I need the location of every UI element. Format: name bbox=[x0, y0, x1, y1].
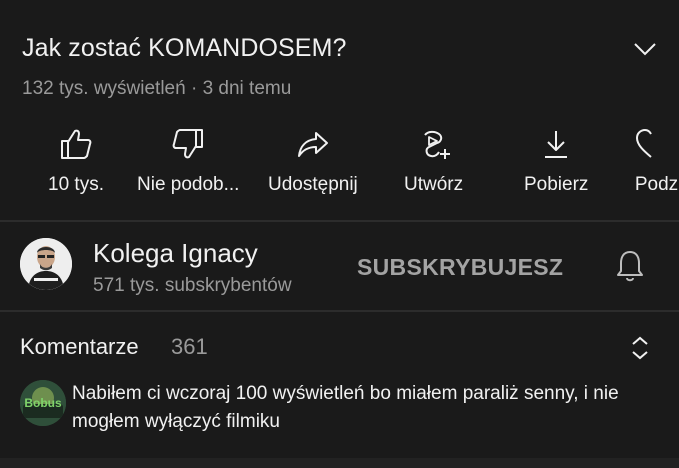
create-label: Utwórz bbox=[404, 174, 464, 195]
notification-bell-button[interactable] bbox=[612, 248, 648, 284]
comments-count: 361 bbox=[171, 334, 208, 359]
channel-subscriber-count: 571 tys. subskrybentów bbox=[93, 275, 292, 296]
share-label: Udostępnij bbox=[268, 174, 358, 195]
comments-expand-button[interactable] bbox=[622, 330, 658, 366]
like-count: 10 tys. bbox=[48, 174, 104, 195]
bottom-edge bbox=[0, 458, 679, 468]
chevron-down-icon bbox=[634, 43, 656, 56]
expand-description-button[interactable] bbox=[628, 30, 662, 68]
comment-author-avatar[interactable]: Bobus bbox=[20, 380, 66, 426]
thanks-button[interactable]: Podz bbox=[634, 120, 679, 196]
share-button[interactable]: Udostępnij bbox=[268, 120, 358, 196]
action-bar: 10 tys. Nie podob... Udostępnij Utwórz P… bbox=[0, 120, 679, 210]
create-button[interactable]: Utwórz bbox=[404, 120, 463, 196]
thanks-label: Podz bbox=[634, 174, 679, 195]
comments-section[interactable]: Komentarze 361 Bobus Nabiłem ci wczoraj … bbox=[0, 312, 679, 468]
unfold-icon bbox=[632, 336, 648, 360]
download-button[interactable]: Pobierz bbox=[524, 120, 588, 196]
download-label: Pobierz bbox=[524, 174, 589, 195]
share-icon bbox=[297, 132, 328, 157]
top-comment-text: Nabiłem ci wczoraj 100 wyświetleń bo mia… bbox=[72, 383, 619, 432]
dislike-label: Nie podob... bbox=[137, 174, 240, 195]
dislike-button[interactable]: Nie podob... bbox=[137, 120, 239, 196]
like-button[interactable]: 10 tys. bbox=[48, 120, 104, 196]
thanks-icon bbox=[635, 128, 652, 158]
video-meta[interactable]: 132 tys. wyświetleń · 3 dni temu bbox=[22, 78, 291, 100]
comment-avatar-label: Bobus bbox=[24, 396, 62, 410]
title-row: Jak zostać KOMANDOSEM? bbox=[22, 30, 662, 70]
video-title: Jak zostać KOMANDOSEM? bbox=[22, 34, 347, 62]
subscribe-button[interactable]: SUBSKRYBUJESZ bbox=[357, 254, 563, 281]
thumbs-up-icon bbox=[60, 129, 92, 159]
channel-row[interactable]: Kolega Ignacy 571 tys. subskrybentów SUB… bbox=[0, 222, 679, 308]
create-remix-icon bbox=[423, 130, 450, 159]
download-icon bbox=[545, 131, 568, 158]
thumbs-down-icon bbox=[172, 129, 204, 159]
comments-header: Komentarze bbox=[20, 334, 139, 359]
channel-avatar-image bbox=[20, 238, 72, 290]
bell-icon bbox=[617, 251, 643, 282]
channel-name[interactable]: Kolega Ignacy bbox=[93, 238, 258, 269]
channel-avatar[interactable] bbox=[20, 238, 72, 290]
